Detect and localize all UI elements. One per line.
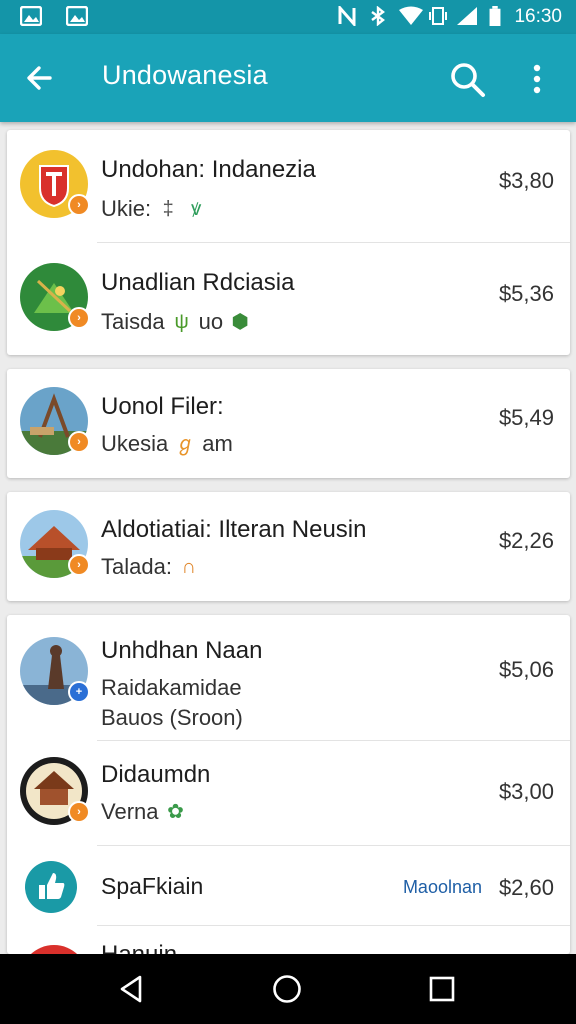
list-card: › Undohan: Indanezia Ukie: ‡ ꝟ $3,80 › U… — [7, 130, 570, 355]
plant-icon: ψ — [174, 311, 189, 333]
home-circle-icon[interactable] — [270, 972, 304, 1006]
status-bar: 16:30 — [0, 0, 576, 34]
symbol-icon: ℊ — [175, 433, 196, 455]
badge-icon: + — [68, 681, 90, 703]
signal-icon — [457, 7, 477, 25]
item-title: Undohan: Indanezia — [101, 156, 316, 183]
symbol-icon: ꝟ — [191, 198, 202, 220]
list-card: › Uonol Filer: Ukesia ℊ am $5,49 — [7, 369, 570, 478]
item-price: $5,36 — [498, 281, 554, 306]
badge-icon: › — [68, 431, 90, 453]
divider — [97, 845, 570, 846]
badge-icon: › — [68, 554, 90, 576]
list-item[interactable]: › Aldotiatiai: Ilteran Neusin Talada: ∩ … — [7, 492, 570, 601]
avatar: › — [20, 150, 90, 218]
avatar: › — [20, 757, 90, 825]
list-item[interactable]: + Unhdhan Naan Raidakamidae Bauos (Sroon… — [7, 615, 570, 741]
item-price: $3,80 — [498, 168, 554, 193]
item-price: $3,00 — [498, 779, 554, 804]
avatar: › — [20, 510, 90, 578]
item-subtitle-text: Taisda — [101, 309, 165, 334]
thumbs-up-icon — [25, 861, 77, 913]
item-title: Hanuin — [101, 941, 177, 954]
list-item[interactable]: SpaFkiain Maoolnan $2,60 — [7, 847, 570, 927]
item-subtitle: Ukesia ℊ am — [101, 431, 233, 457]
list-item[interactable]: › Didaumdn Verna ✿ $3,00 — [7, 741, 570, 846]
item-price: $5,06 — [498, 657, 554, 682]
item-subtitle-text: Verna — [101, 799, 159, 824]
wifi-icon — [399, 6, 423, 25]
gallery-icon — [20, 6, 42, 26]
divider — [97, 925, 570, 926]
search-icon[interactable] — [446, 58, 488, 100]
battery-icon — [489, 6, 501, 26]
symbol-icon: ‡ — [162, 198, 174, 220]
item-title: Uonol Filer: — [101, 393, 224, 420]
item-subtitle: Verna ✿ — [101, 799, 187, 825]
item-price: $2,26 — [498, 528, 554, 553]
item-subtitle: Ukie: ‡ ꝟ — [101, 196, 207, 222]
item-subtitle: Taisda ψ uo ⬢ — [101, 309, 251, 335]
back-arrow-icon[interactable] — [20, 58, 60, 98]
item-title: Unhdhan Naan — [101, 637, 263, 664]
back-triangle-icon[interactable] — [114, 972, 148, 1006]
avatar: › — [20, 263, 90, 331]
item-title: Aldotiatiai: Ilteran Neusin — [101, 516, 367, 543]
item-subtitle-suffix: am — [202, 431, 233, 456]
item-subtitle-secondary: Bauos (Sroon) — [101, 705, 243, 730]
list-item[interactable]: › Undohan: Indanezia Ukie: ‡ ꝟ $3,80 — [7, 130, 570, 243]
badge-icon: › — [68, 307, 90, 329]
list-item[interactable]: › Uonol Filer: Ukesia ℊ am $5,49 — [7, 369, 570, 478]
avatar — [20, 945, 88, 954]
item-tag[interactable]: Maoolnan — [403, 877, 482, 898]
list-item[interactable]: Hanuin — [7, 927, 570, 954]
item-subtitle-suffix: uo — [198, 309, 224, 334]
badge-icon: › — [68, 194, 90, 216]
avatar: + — [20, 637, 90, 705]
leaf-icon: ✿ — [167, 801, 184, 823]
item-subtitle-text: Ukesia — [101, 431, 169, 456]
item-title: Unadlian Rdciasia — [101, 269, 295, 296]
item-title: SpaFkiain — [101, 873, 204, 899]
item-subtitle-text: Talada: — [101, 554, 172, 579]
leaf-icon: ⬢ — [231, 311, 249, 333]
item-subtitle: Talada: ∩ — [101, 554, 200, 580]
item-title: Didaumdn — [101, 761, 211, 788]
badge-icon: › — [68, 801, 90, 823]
nfc-icon — [338, 6, 356, 26]
status-time: 16:30 — [514, 6, 562, 27]
item-subtitle: Raidakamidae — [101, 675, 242, 700]
app-bar-title: Undowanesia — [102, 60, 268, 90]
avatar: › — [20, 387, 90, 455]
recents-square-icon[interactable] — [425, 972, 459, 1006]
navigation-bar — [0, 954, 576, 1024]
more-vert-icon[interactable] — [520, 58, 554, 100]
app-bar: Undowanesia — [0, 34, 576, 122]
list-item[interactable]: › Unadlian Rdciasia Taisda ψ uo ⬢ $5,36 — [7, 243, 570, 355]
vibrate-icon — [429, 7, 447, 25]
item-subtitle-text: Ukie: — [101, 196, 152, 221]
list-card: + Unhdhan Naan Raidakamidae Bauos (Sroon… — [7, 615, 570, 954]
bluetooth-icon — [371, 6, 385, 26]
item-price: $2,60 — [498, 875, 554, 900]
item-price: $5,49 — [498, 405, 554, 430]
arch-icon: ∩ — [181, 556, 197, 578]
list-card: › Aldotiatiai: Ilteran Neusin Talada: ∩ … — [7, 492, 570, 601]
image-icon — [66, 6, 88, 26]
